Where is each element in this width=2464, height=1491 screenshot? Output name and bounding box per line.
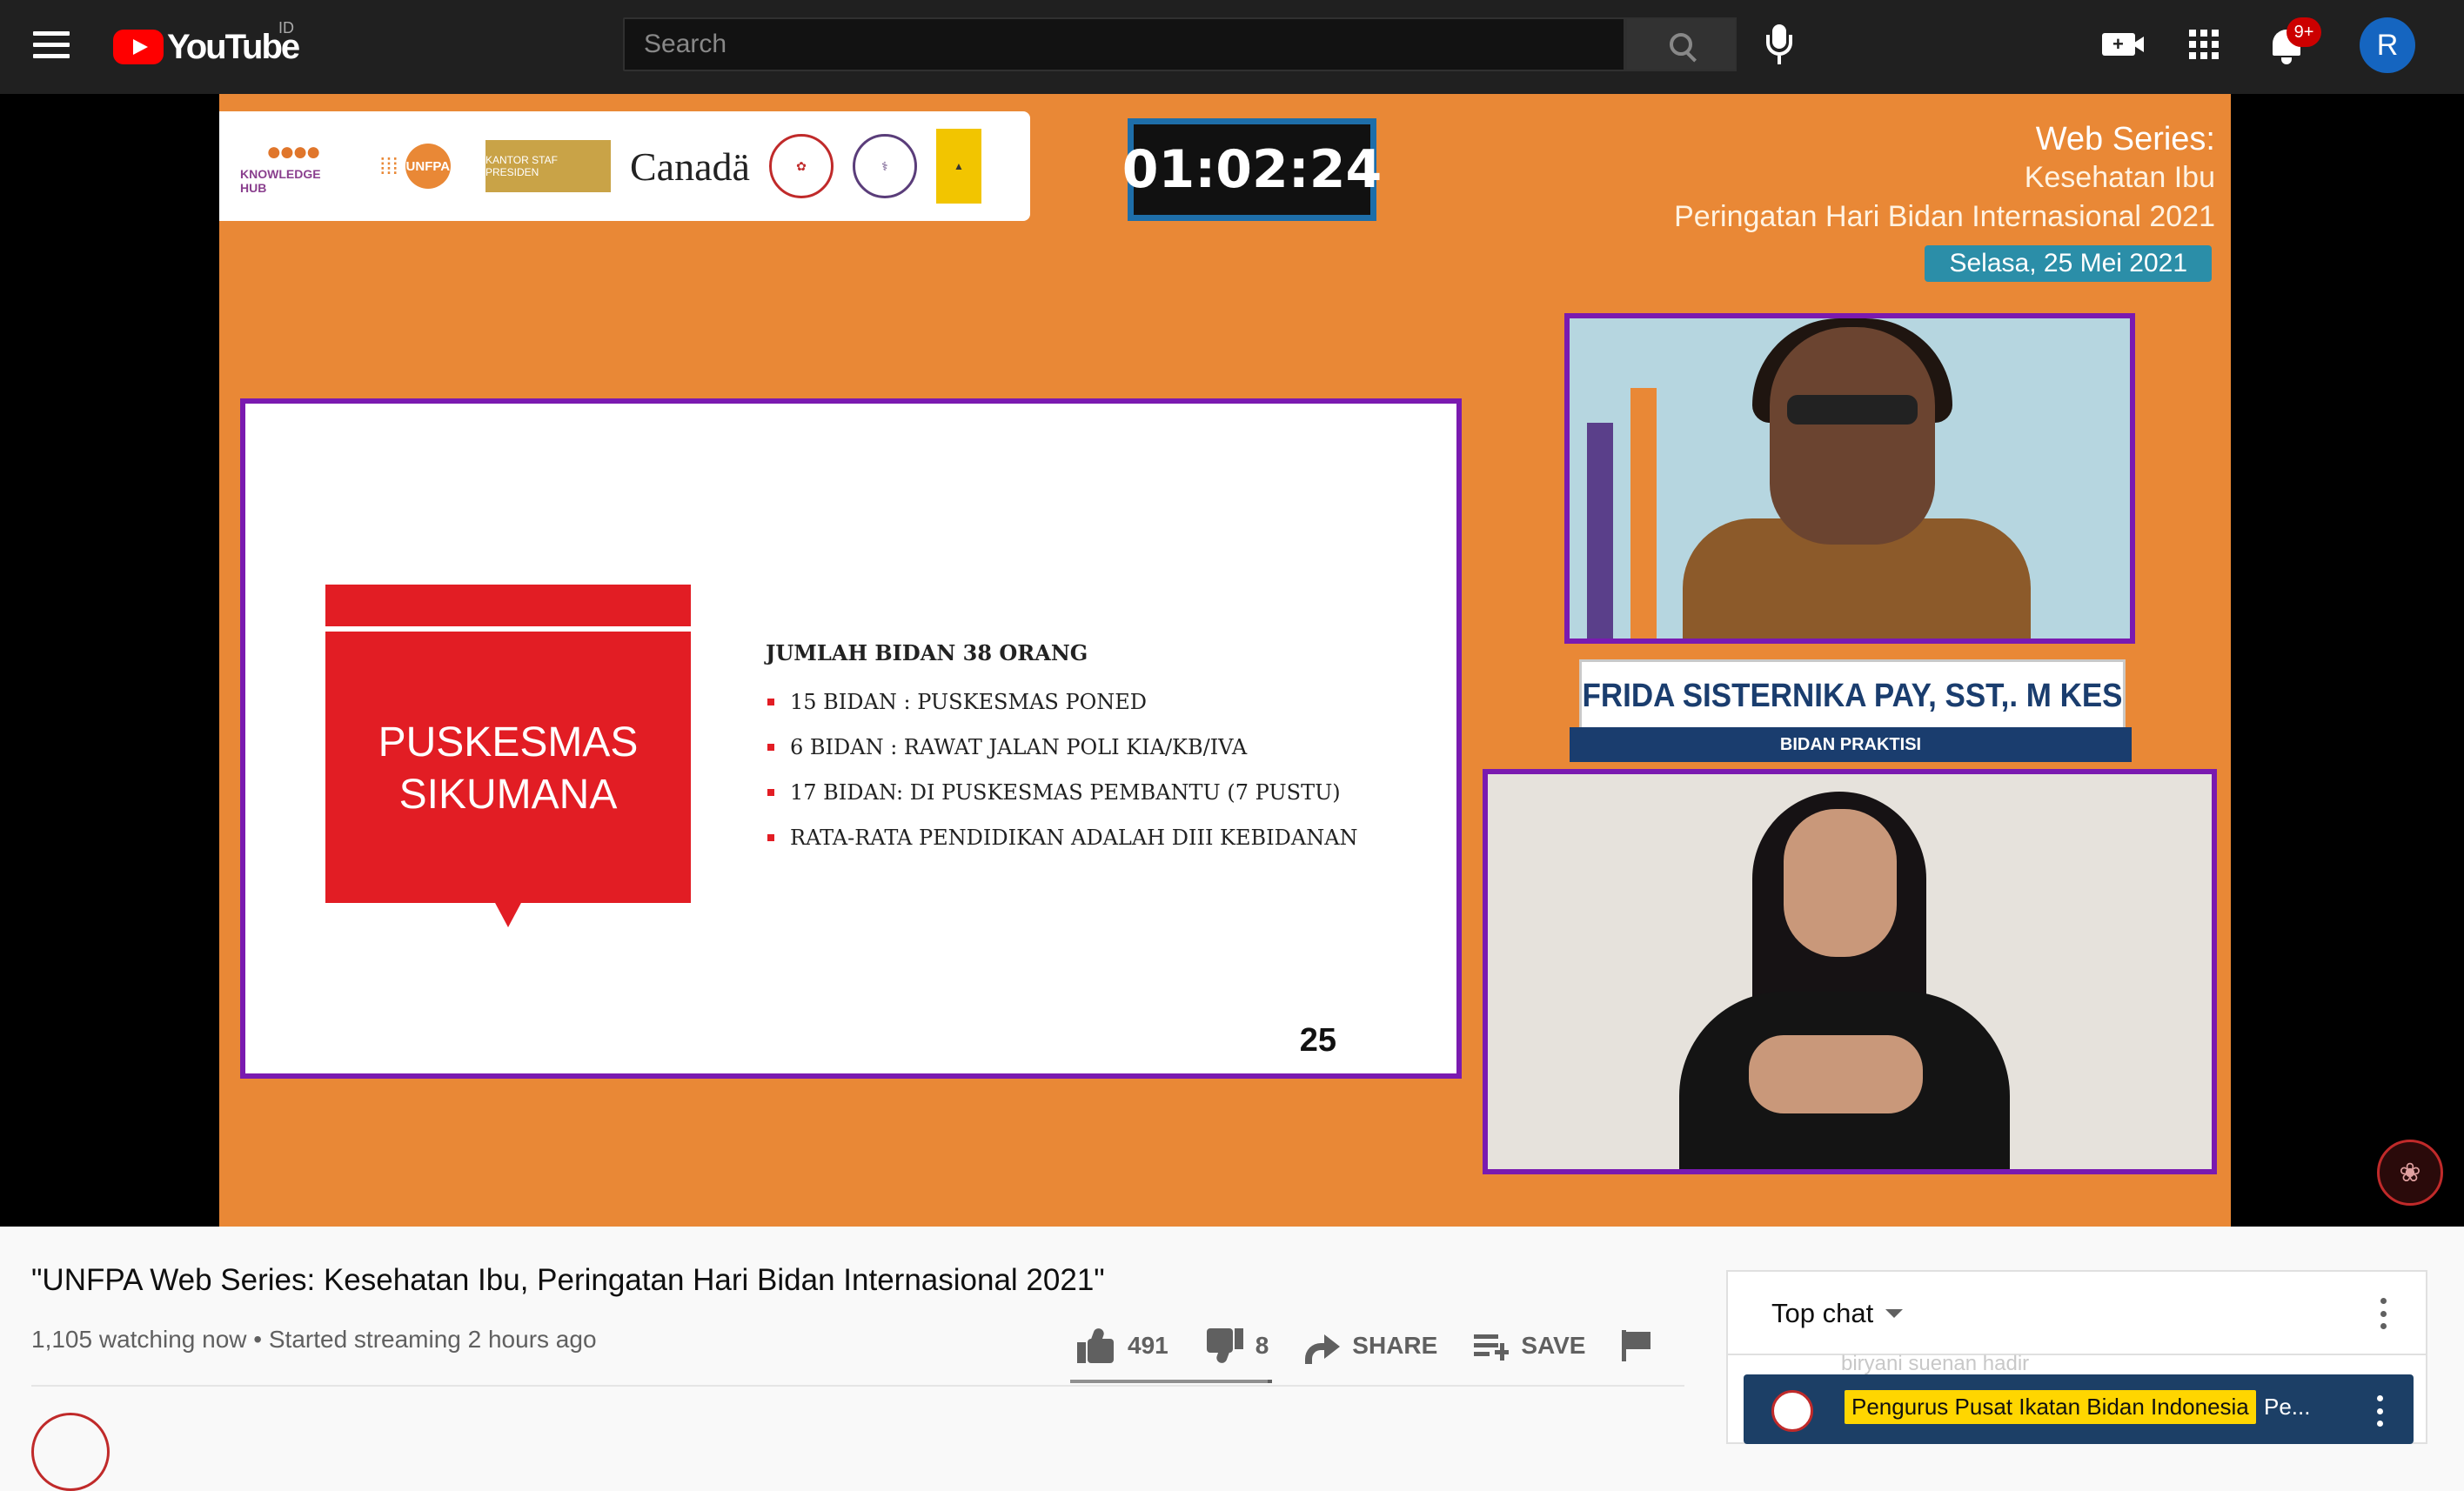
presentation-slide: PUSKESMAS SIKUMANA JUMLAH BIDAN 38 ORANG… xyxy=(240,398,1462,1079)
save-label: SAVE xyxy=(1521,1332,1586,1359)
report-button[interactable] xyxy=(1622,1330,1664,1361)
series-title: Web Series: Kesehatan Ibu Peringatan Har… xyxy=(1674,121,2215,233)
stream-timer: 01:02:24 xyxy=(1122,118,1382,221)
slide-title: PUSKESMAS SIKUMANA xyxy=(378,719,639,818)
share-label: SHARE xyxy=(1352,1332,1438,1359)
live-chat: Top chat biryani suenan hadir Pengurus P… xyxy=(1726,1270,2427,1444)
thumbs-up-icon xyxy=(1077,1327,1115,1363)
share-icon xyxy=(1305,1333,1341,1364)
more-options-icon[interactable] xyxy=(2380,1298,2387,1329)
search-input[interactable] xyxy=(625,19,1624,70)
chat-mode-label: Top chat xyxy=(1771,1298,1874,1328)
series-date: Selasa, 25 Mei 2021 xyxy=(1925,245,2212,282)
video-player[interactable]: ●●●● KNOWLEDGE HUB ⁞⁞⁞ UNFPA KANTOR STAF P… xyxy=(0,94,2464,1227)
slide-bullet: 17 BIDAN: DI PUSKESMAS PEMBANTU (7 PUSTU… xyxy=(766,770,1358,815)
video-title: "UNFPA Web Series: Kesehatan Ibu, Pering… xyxy=(31,1263,1105,1297)
slide-heading: JUMLAH BIDAN 38 ORANG xyxy=(766,640,1088,665)
pinned-author-avatar xyxy=(1771,1390,1813,1432)
channel-watermark-icon[interactable]: ❀ xyxy=(2377,1140,2443,1206)
notification-badge: 9+ xyxy=(2287,17,2321,47)
slide-title-box: PUSKESMAS SIKUMANA xyxy=(325,585,691,927)
chat-mode-dropdown[interactable]: Top chat xyxy=(1771,1298,1904,1329)
view-count: 1,105 watching now • Started streaming 2… xyxy=(31,1326,597,1353)
unfpa-logo: ⁞⁞⁞ UNFPA xyxy=(364,135,466,197)
menu-icon[interactable] xyxy=(33,31,70,59)
share-button[interactable]: SHARE xyxy=(1305,1332,1438,1364)
slide-bullet: 6 BIDAN : RAWAT JALAN POLI KIA/KB/IVA xyxy=(766,725,1358,770)
region-code: ID xyxy=(278,19,294,37)
caret-down-icon xyxy=(1885,1309,1904,1318)
dislike-count: 8 xyxy=(1255,1332,1269,1359)
youtube-play-icon xyxy=(113,30,164,64)
chat-message: biryani suenan hadir xyxy=(1841,1352,2030,1375)
like-ratio-bar xyxy=(1070,1380,1272,1383)
search-box xyxy=(623,17,1625,71)
slide-content: JUMLAH BIDAN 38 ORANG 15 BIDAN : PUSKESM… xyxy=(766,640,1358,860)
search-icon xyxy=(1670,33,1692,56)
dislike-button[interactable]: 8 xyxy=(1205,1328,1269,1365)
pinned-text: Pe... xyxy=(2264,1394,2311,1420)
slide-bullet: RATA-RATA PENDIDIKAN ADALAH DIII KEBIDAN… xyxy=(766,815,1358,860)
chat-header: Top chat xyxy=(1728,1272,2426,1355)
pinned-message[interactable]: Pengurus Pusat Ikatan Bidan Indonesia Pe… xyxy=(1744,1374,2414,1444)
search-button[interactable] xyxy=(1625,17,1737,71)
sponsor-logos: ●●●● KNOWLEDGE HUB ⁞⁞⁞ UNFPA KANTOR STAF P… xyxy=(219,111,1030,221)
action-bar: 491 8 SHARE SAVE xyxy=(1077,1324,1700,1367)
create-video-icon[interactable]: + xyxy=(2102,33,2144,56)
mic-icon[interactable] xyxy=(1761,24,1798,68)
flag-icon xyxy=(1622,1330,1651,1361)
more-options-icon[interactable] xyxy=(2377,1395,2384,1427)
canada-logo: Canadä xyxy=(630,144,750,189)
knowledge-hub-logo: ●●●● KNOWLEDGE HUB xyxy=(240,137,321,195)
like-button[interactable]: 491 xyxy=(1077,1327,1168,1363)
ibi-seal-icon: ✿ xyxy=(768,134,834,198)
sign-language-video xyxy=(1483,769,2217,1174)
speaker-name: FRIDA SISTERNIKA PAY, SST,. M KES xyxy=(1579,659,2126,732)
video-frame[interactable]: ●●●● KNOWLEDGE HUB ⁞⁞⁞ UNFPA KANTOR STAF P… xyxy=(219,94,2231,1227)
caduceus-seal-icon: ⚕ xyxy=(852,134,917,198)
thumbs-down-icon xyxy=(1205,1328,1243,1365)
slide-bullet: 15 BIDAN : PUSKESMAS PONED xyxy=(766,679,1358,725)
youtube-logo[interactable]: YouTube ID xyxy=(113,19,300,68)
masthead: YouTube ID + 9+ R xyxy=(0,0,2464,94)
university-emblem-icon: ▲ xyxy=(935,129,981,204)
playlist-add-icon xyxy=(1474,1333,1510,1361)
like-count: 491 xyxy=(1128,1332,1168,1359)
apps-icon[interactable] xyxy=(2189,30,2219,59)
ksp-logo: KANTOR STAF PRESIDEN xyxy=(485,140,611,192)
avatar[interactable]: R xyxy=(2360,17,2415,73)
divider xyxy=(31,1385,1684,1387)
speaker-role: BIDAN PRAKTISI xyxy=(1570,727,2132,762)
slide-page-number: 25 xyxy=(1299,1022,1336,1059)
speaker-video xyxy=(1564,313,2135,644)
pinned-author: Pengurus Pusat Ikatan Bidan Indonesia xyxy=(1845,1390,2256,1424)
save-button[interactable]: SAVE xyxy=(1474,1332,1586,1361)
